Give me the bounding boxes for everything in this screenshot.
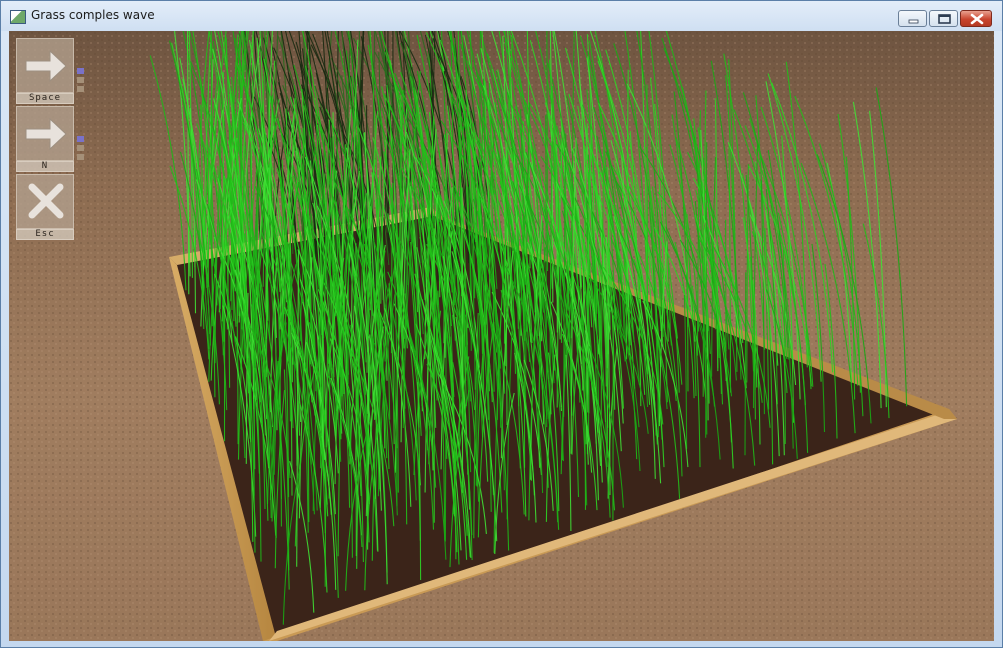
n-indicator-3	[77, 154, 84, 160]
esc-button[interactable]: Esc	[16, 174, 74, 241]
space-button[interactable]: Space	[16, 38, 74, 105]
n-button[interactable]: N	[16, 106, 74, 173]
space-indicator-1	[77, 68, 84, 74]
window-title: Grass comples wave	[31, 8, 155, 22]
grass-blade	[461, 187, 464, 493]
esc-button-label: Esc	[16, 229, 74, 240]
n-indicator-2	[77, 145, 84, 151]
render-viewport[interactable]: Space N Esc	[9, 31, 994, 641]
space-indicator-3	[77, 86, 84, 92]
close-icon	[970, 13, 984, 25]
title-bar[interactable]: Grass comples wave	[1, 1, 1002, 31]
grass-scene	[9, 31, 994, 641]
minimize-button[interactable]	[898, 10, 927, 27]
space-button-label: Space	[16, 93, 74, 104]
n-indicator-1	[77, 136, 84, 142]
space-indicator-2	[77, 77, 84, 83]
arrow-right-icon	[25, 117, 67, 151]
app-window: Grass comples wave Space N Esc	[0, 0, 1003, 648]
n-button-label: N	[16, 161, 74, 172]
close-button[interactable]	[960, 10, 992, 27]
close-x-icon	[28, 183, 64, 219]
maximize-icon	[938, 14, 951, 24]
app-icon	[10, 10, 26, 24]
maximize-button[interactable]	[929, 10, 958, 27]
minimize-icon	[908, 19, 919, 24]
arrow-right-icon	[25, 49, 67, 83]
grass-blade	[646, 84, 649, 375]
